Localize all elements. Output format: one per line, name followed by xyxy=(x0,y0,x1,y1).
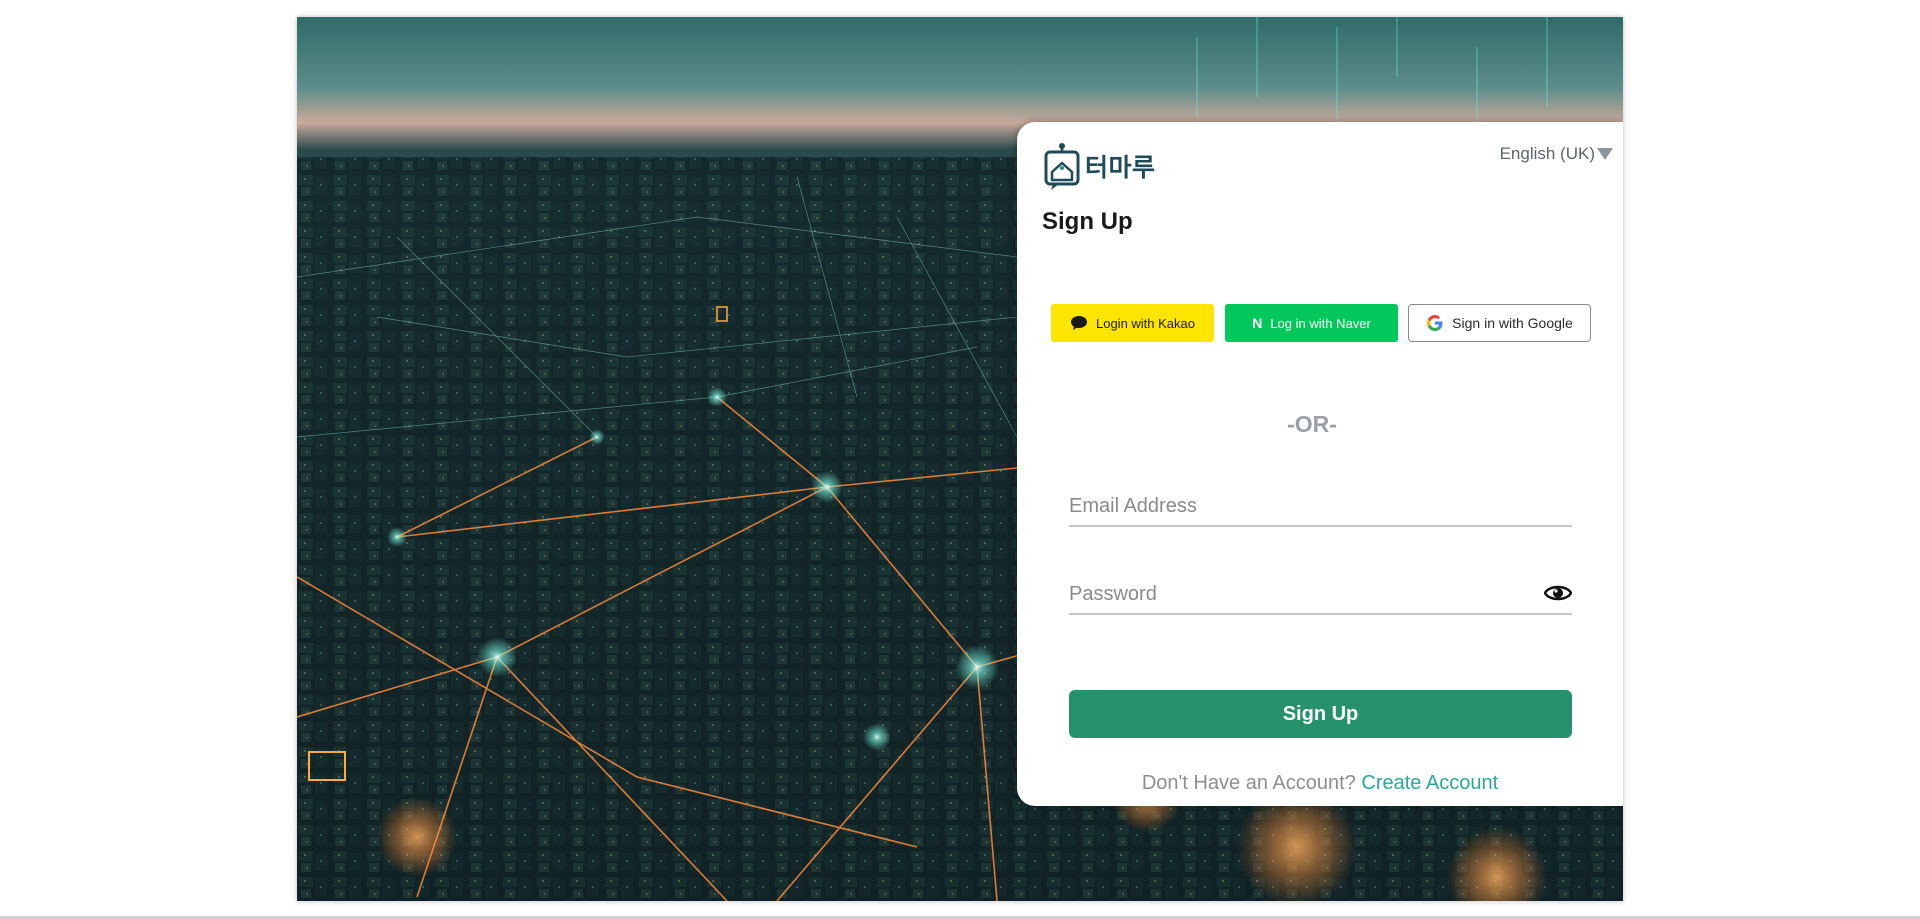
chat-bubble-icon xyxy=(1070,316,1087,330)
language-selector[interactable]: English (UK) xyxy=(1500,144,1613,164)
email-input[interactable] xyxy=(1069,495,1529,518)
google-g-icon xyxy=(1427,315,1443,331)
signup-card: 터마루 English (UK) Sign Up Login with Kaka… xyxy=(1017,122,1623,806)
account-footer: Don't Have an Account? Create Account xyxy=(1017,772,1623,795)
brand-name: 터마루 xyxy=(1085,153,1156,182)
kakao-label: Login with Kakao xyxy=(1095,315,1195,331)
naver-login-button[interactable]: N Log in with Naver xyxy=(1225,304,1398,342)
or-divider: -OR- xyxy=(1287,411,1337,437)
brand-logo[interactable]: 터마루 xyxy=(1043,142,1156,190)
google-label: Sign in with Google xyxy=(1452,315,1573,331)
naver-label: Log in with Naver xyxy=(1270,315,1371,331)
app-frame: 터마루 English (UK) Sign Up Login with Kaka… xyxy=(297,17,1623,901)
account-prompt: Don't Have an Account? xyxy=(1141,772,1356,794)
eye-icon[interactable] xyxy=(1543,581,1573,610)
caret-down-icon xyxy=(1597,148,1613,160)
password-input[interactable] xyxy=(1069,583,1529,606)
create-account-link[interactable]: Create Account xyxy=(1361,772,1498,794)
signup-button[interactable]: Sign Up xyxy=(1069,690,1572,738)
email-field[interactable] xyxy=(1069,495,1572,527)
kakao-login-button[interactable]: Login with Kakao xyxy=(1051,304,1214,342)
google-login-button[interactable]: Sign in with Google xyxy=(1408,304,1591,342)
page-title: Sign Up xyxy=(1042,208,1133,235)
password-field[interactable] xyxy=(1069,581,1573,615)
language-label: English (UK) xyxy=(1499,144,1595,163)
home-chat-icon xyxy=(1044,143,1080,190)
naver-n-icon: N xyxy=(1252,315,1263,331)
